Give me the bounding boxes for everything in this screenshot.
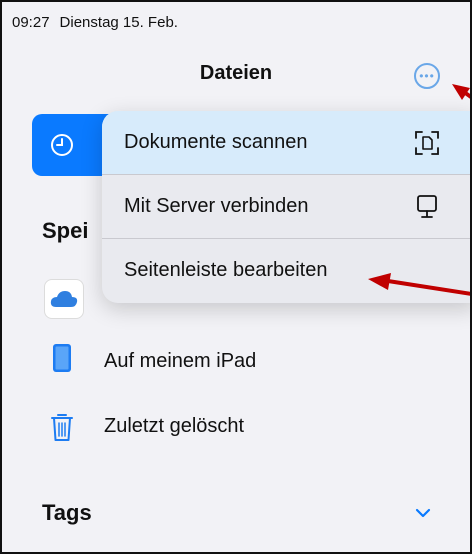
- ipad-icon: [52, 343, 72, 378]
- more-options-button[interactable]: •••: [414, 63, 440, 89]
- doc-scan-icon: [415, 131, 439, 155]
- icloud-icon: [50, 291, 78, 307]
- ellipsis-icon: •••: [419, 69, 435, 83]
- menu-item-scan-documents[interactable]: Dokumente scannen: [102, 111, 470, 175]
- trash-icon: [50, 412, 74, 447]
- menu-item-connect-server[interactable]: Mit Server verbinden: [102, 175, 470, 239]
- menu-item-label: Seitenleiste bearbeiten: [124, 259, 328, 281]
- status-time: 09:27: [12, 14, 50, 31]
- status-bar: 09:27 Dienstag 15. Feb.: [12, 14, 178, 31]
- sidebar-item-recently-deleted[interactable]: Zuletzt gelöscht: [104, 415, 244, 438]
- chevron-down-icon[interactable]: [415, 507, 431, 519]
- sidebar-item-on-my-ipad[interactable]: Auf meinem iPad: [104, 350, 256, 373]
- screenshot-frame: 09:27 Dienstag 15. Feb. Dateien ••• Spei …: [0, 0, 472, 554]
- clock-icon: [51, 134, 73, 156]
- menu-item-label: Mit Server verbinden: [124, 195, 309, 217]
- context-menu: Dokumente scannen Mit Server verbinden S…: [102, 111, 470, 303]
- menu-item-edit-sidebar[interactable]: Seitenleiste bearbeiten: [102, 239, 470, 303]
- menu-item-label: Dokumente scannen: [124, 131, 308, 153]
- section-label-tags: Tags: [42, 500, 92, 525]
- sidebar-item-icloud[interactable]: [44, 279, 84, 319]
- page-title: Dateien: [199, 62, 273, 84]
- section-label-locations: Spei: [42, 218, 89, 243]
- annotation-arrow-icon: [452, 84, 470, 100]
- display-icon: [417, 195, 437, 218]
- status-date: Dienstag 15. Feb.: [59, 14, 178, 31]
